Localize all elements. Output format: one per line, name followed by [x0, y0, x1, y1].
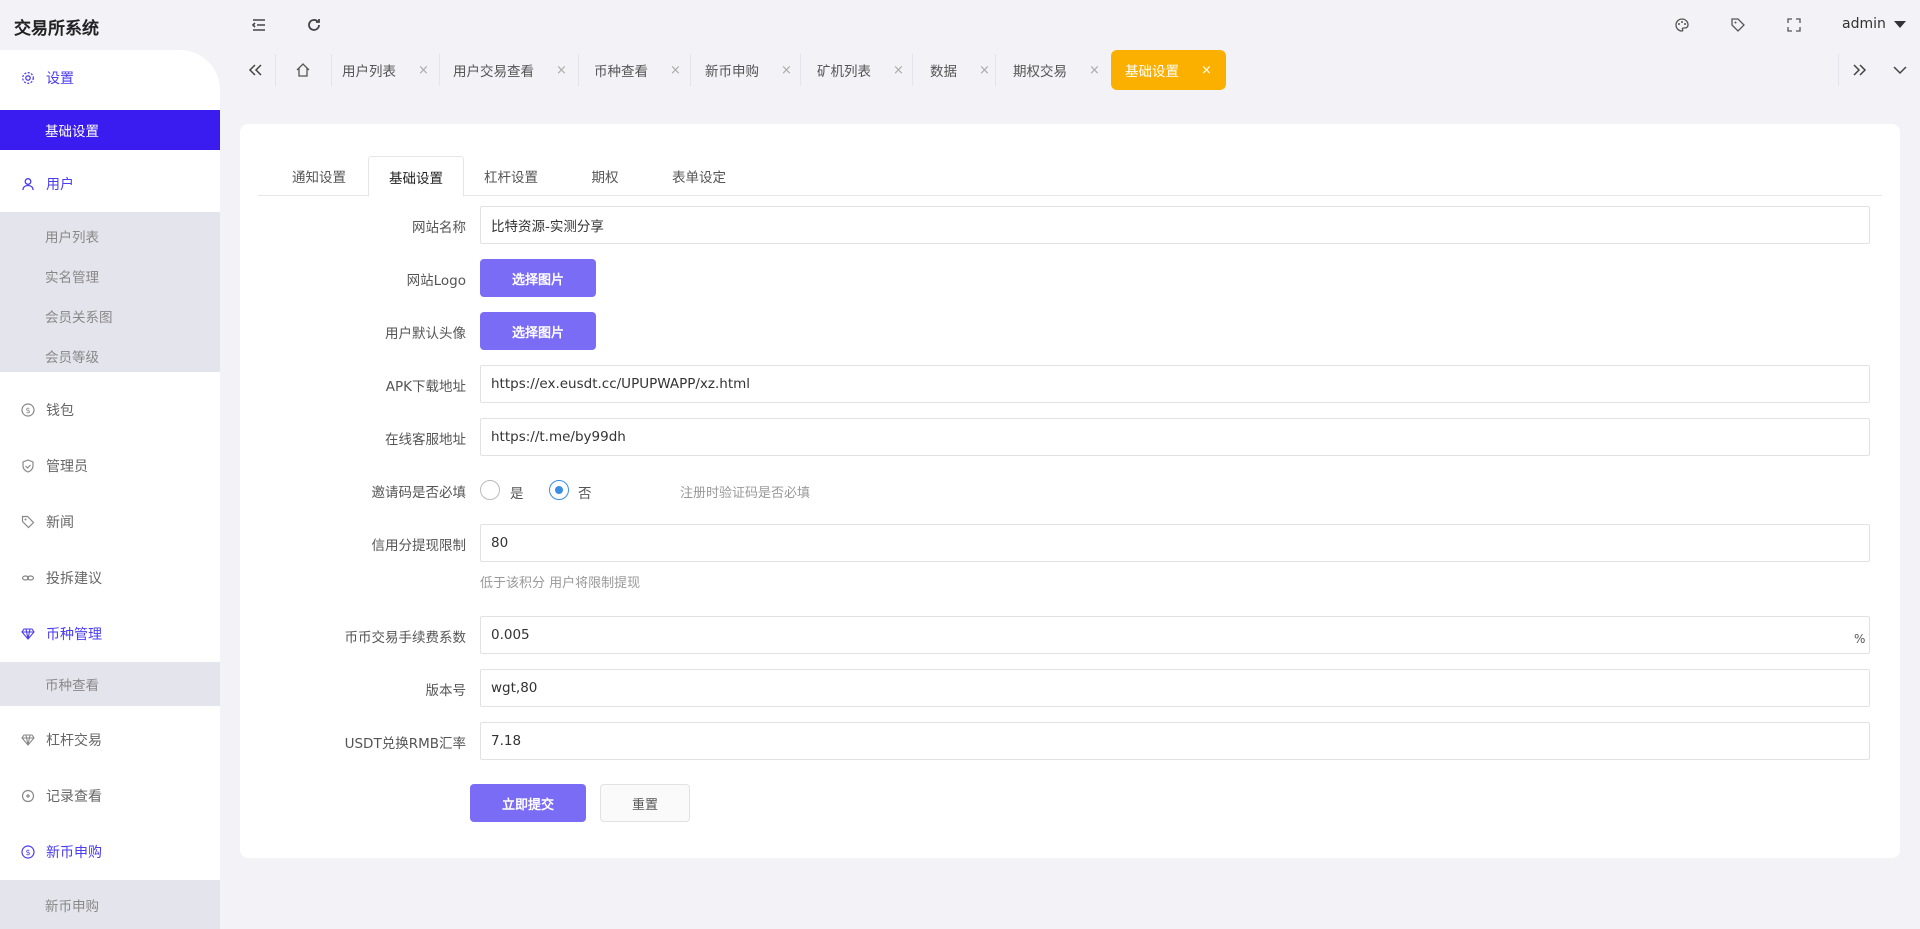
caret-down-icon	[1893, 20, 1906, 28]
tag-icon[interactable]	[1727, 14, 1749, 36]
site-name-input[interactable]: 比特资源-实测分享	[480, 206, 1870, 244]
home-icon[interactable]	[283, 50, 323, 90]
tag-icon	[20, 514, 36, 530]
site-logo-label: 网站Logo	[406, 273, 466, 289]
tabs-scroll-right-icon[interactable]	[1840, 50, 1880, 90]
form-tab-notify[interactable]: 通知设置	[272, 156, 366, 196]
sidebar-item-settings[interactable]: 设置	[0, 52, 220, 104]
close-icon[interactable]: ×	[556, 63, 567, 78]
diamond-icon	[20, 626, 36, 642]
apk-url-label: APK下载地址	[385, 379, 466, 395]
invite-required-no-label: 否	[578, 486, 592, 502]
invite-required-yes-label: 是	[510, 486, 524, 502]
service-url-label: 在线客服地址	[385, 432, 466, 448]
reset-button[interactable]: 重置	[600, 784, 690, 822]
invite-required-no-radio[interactable]	[549, 480, 569, 500]
sidebar-subitem-new-coin[interactable]: 新币申购	[0, 885, 220, 925]
sidebar-item-admin[interactable]: 管理员	[0, 440, 220, 492]
close-icon[interactable]: ×	[1201, 63, 1212, 78]
version-label: 版本号	[425, 683, 467, 699]
sidebar-item-leverage-trading[interactable]: 杠杆交易	[0, 714, 220, 766]
gear-icon	[20, 70, 36, 86]
settings-card: 通知设置 基础设置 杠杆设置 期权 表单设定 网站名称 比特资源-实测分享 网站…	[240, 124, 1900, 858]
form-tab-leverage[interactable]: 杠杆设置	[464, 156, 558, 196]
dollar-icon: $	[20, 402, 36, 418]
sidebar-item-coin-management[interactable]: 币种管理	[0, 608, 220, 660]
username: admin	[1842, 16, 1886, 32]
sidebar-subitem-user-list[interactable]: 用户列表	[0, 216, 220, 256]
refresh-icon[interactable]	[303, 14, 325, 36]
link-icon	[20, 570, 36, 586]
dollar-icon: $	[20, 844, 36, 860]
close-icon[interactable]: ×	[1089, 63, 1100, 78]
tab-user-list[interactable]: 用户列表 ×	[342, 50, 429, 90]
fee-rate-label: 币币交易手续费系数	[344, 630, 467, 646]
tab-options-trading[interactable]: 期权交易 ×	[1013, 50, 1100, 90]
invite-required-label: 邀请码是否必填	[371, 485, 467, 501]
tab-user-trade-view[interactable]: 用户交易查看 ×	[453, 50, 567, 90]
default-avatar-upload-button[interactable]: 选择图片	[480, 312, 596, 350]
sidebar-item-users[interactable]: 用户	[0, 158, 220, 210]
user-icon	[20, 176, 36, 192]
sidebar-subitem-kyc[interactable]: 实名管理	[0, 256, 220, 296]
sidebar-item-records[interactable]: 记录查看	[0, 770, 220, 822]
sidebar-subitem-relation-graph[interactable]: 会员关系图	[0, 296, 220, 336]
tab-coin-view[interactable]: 币种查看 ×	[594, 50, 681, 90]
form-tab-options[interactable]: 期权	[558, 156, 652, 196]
page-tabs-bar: 用户列表 × 用户交易查看 × 币种查看 × 新币申购 × 矿机列表 × 数据 …	[235, 50, 1920, 90]
sidebar-item-feedback[interactable]: 投拆建议	[0, 552, 220, 604]
version-input[interactable]: wgt,80	[480, 669, 1870, 707]
sidebar-item-news[interactable]: 新闻	[0, 496, 220, 548]
tab-data[interactable]: 数据 ×	[930, 50, 990, 90]
tabs-menu-chevron-down-icon[interactable]	[1880, 50, 1920, 90]
apk-url-input[interactable]: https://ex.eusdt.cc/UPUPWAPP/xz.html	[480, 365, 1870, 403]
sidebar: 设置 基础设置 用户 用户列表 实名管理 会员关系图 会员等级 $ 钱包 管理员…	[0, 50, 220, 929]
close-icon[interactable]: ×	[418, 63, 429, 78]
site-logo-upload-button[interactable]: 选择图片	[480, 259, 596, 297]
fee-rate-input[interactable]: 0.005	[480, 616, 1870, 654]
invite-required-hint: 注册时验证码是否必填	[680, 486, 811, 501]
usdt-rate-label: USDT兑换RMB汇率	[344, 736, 466, 752]
usdt-rate-input[interactable]: 7.18	[480, 722, 1870, 760]
tabs-scroll-left-icon[interactable]	[235, 50, 275, 90]
diamond-icon	[20, 732, 36, 748]
close-icon[interactable]: ×	[781, 63, 792, 78]
tab-miner-list[interactable]: 矿机列表 ×	[817, 50, 904, 90]
form-tabs: 通知设置 基础设置 杠杆设置 期权 表单设定	[258, 156, 1882, 197]
collapse-menu-icon[interactable]	[248, 14, 270, 36]
sidebar-subitem-member-level[interactable]: 会员等级	[0, 336, 220, 376]
close-icon[interactable]: ×	[979, 63, 990, 78]
site-name-label: 网站名称	[412, 220, 466, 236]
fee-rate-suffix: %	[1854, 632, 1866, 646]
user-menu[interactable]: admin	[1842, 16, 1906, 32]
credit-limit-input[interactable]: 80	[480, 524, 1870, 562]
record-icon	[20, 788, 36, 804]
app-title: 交易所系统	[14, 19, 99, 39]
tab-basic-settings[interactable]: 基础设置 ×	[1111, 50, 1226, 90]
fullscreen-icon[interactable]	[1783, 14, 1805, 36]
credit-limit-label: 信用分提现限制	[371, 538, 467, 554]
invite-required-yes-radio[interactable]	[480, 480, 500, 500]
close-icon[interactable]: ×	[893, 63, 904, 78]
sidebar-item-wallet[interactable]: $ 钱包	[0, 384, 220, 436]
tab-new-coin[interactable]: 新币申购 ×	[705, 50, 792, 90]
shield-icon	[20, 458, 36, 474]
form-tab-form-config[interactable]: 表单设定	[652, 156, 746, 196]
sidebar-subitem-basic-settings[interactable]: 基础设置	[0, 110, 220, 150]
submit-button[interactable]: 立即提交	[470, 784, 586, 822]
close-icon[interactable]: ×	[670, 63, 681, 78]
form-tab-basic[interactable]: 基础设置	[368, 156, 464, 197]
theme-palette-icon[interactable]	[1671, 14, 1693, 36]
top-header: 交易所系统 admin	[0, 0, 1920, 50]
svg-text:$: $	[25, 848, 30, 857]
sidebar-subitem-coin-view[interactable]: 币种查看	[0, 664, 220, 704]
default-avatar-label: 用户默认头像	[385, 326, 466, 342]
svg-text:$: $	[25, 406, 30, 415]
credit-limit-hint: 低于该积分 用户将限制提现	[480, 576, 641, 591]
sidebar-item-new-coin-subscription[interactable]: $ 新币申购	[0, 826, 220, 878]
service-url-input[interactable]: https://t.me/by99dh	[480, 418, 1870, 456]
